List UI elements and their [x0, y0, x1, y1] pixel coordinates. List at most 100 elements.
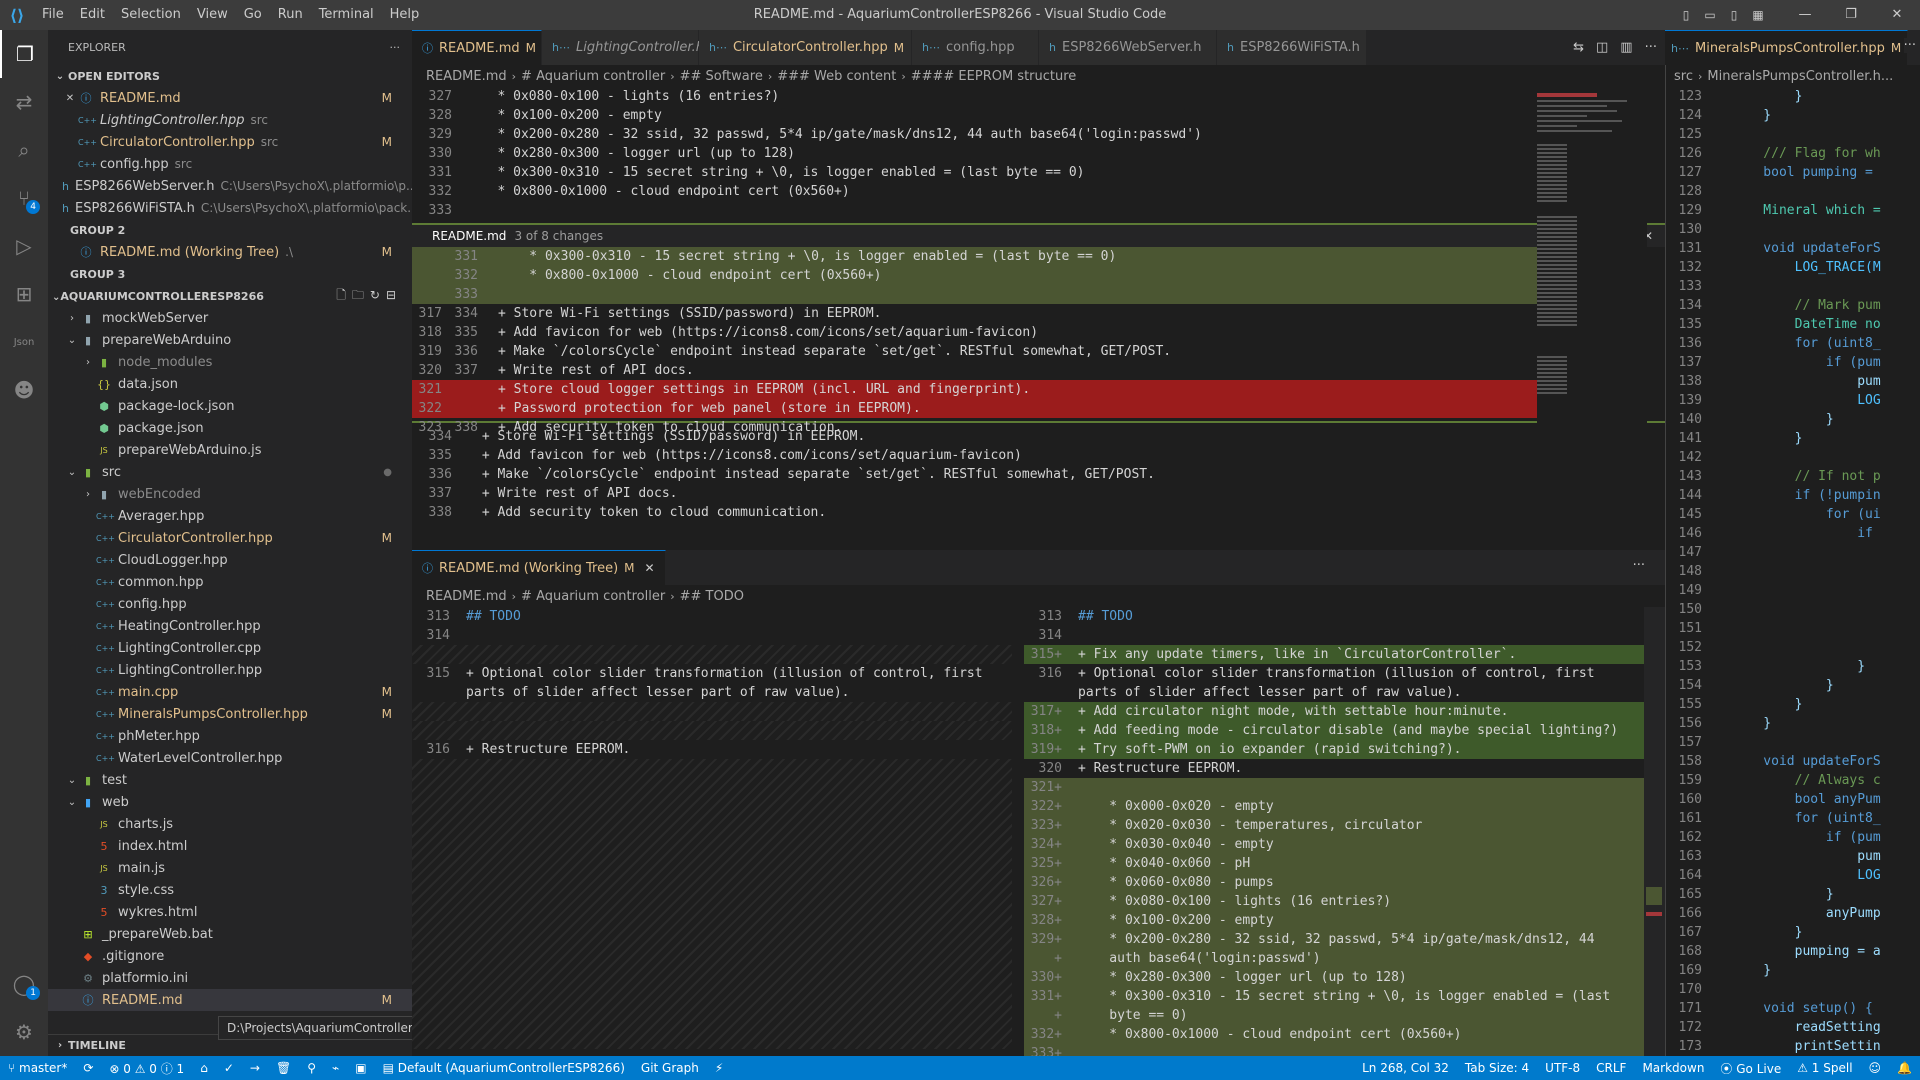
tab-config-hpp[interactable]: h⋯ config.hpp	[912, 30, 1039, 65]
breadcrumb-item[interactable]: # Aquarium controller	[521, 589, 665, 604]
file-row[interactable]: 5 index.html	[48, 835, 412, 857]
breadcrumb-item[interactable]: README.md	[426, 589, 507, 604]
go-live-button[interactable]: ⦿ Go Live	[1712, 1060, 1789, 1077]
spell-indicator[interactable]: ⚠ 1 Spell	[1789, 1061, 1860, 1075]
open-changes-icon[interactable]: ⇆	[1573, 40, 1584, 55]
menu-go[interactable]: Go	[236, 0, 270, 30]
folder-row[interactable]: › ▮ webEncoded	[48, 483, 412, 505]
file-row[interactable]: JS main.js	[48, 857, 412, 879]
menu-help[interactable]: Help	[382, 0, 428, 30]
tab-esp8266wifista-h[interactable]: h ESP8266WiFiSTA.h	[1217, 30, 1367, 65]
cursor-position[interactable]: Ln 268, Col 32	[1354, 1061, 1457, 1075]
breadcrumb-item[interactable]: README.md	[426, 69, 507, 84]
sync-icon[interactable]: ⟳	[75, 1061, 101, 1075]
upload-icon[interactable]: →	[242, 1061, 268, 1075]
git-graph-button[interactable]: Git Graph	[633, 1061, 707, 1075]
settings-gear-icon[interactable]: ⚙	[0, 1008, 48, 1056]
encoding[interactable]: UTF-8	[1537, 1061, 1588, 1075]
close-window-button[interactable]: ✕	[1874, 0, 1920, 30]
file-row[interactable]: ⬢ package-lock.json	[48, 395, 412, 417]
explorer-icon[interactable]: ❐	[0, 30, 48, 78]
folder-row[interactable]: ⌄ ▮ test	[48, 769, 412, 791]
tab-minerals-pumps[interactable]: h⋯ MineralsPumpsController.hpp M	[1665, 30, 1909, 65]
restore-button[interactable]: ❐	[1828, 0, 1874, 30]
breadcrumb-item[interactable]: #### EEPROM structure	[911, 69, 1077, 84]
language-mode[interactable]: Markdown	[1634, 1061, 1712, 1075]
build-icon[interactable]: ✓	[216, 1061, 242, 1075]
account-icon[interactable]: ◯ 1	[0, 960, 48, 1008]
clean-icon[interactable]: 🗑	[268, 1061, 299, 1075]
more-actions-icon[interactable]: ···	[1645, 40, 1657, 55]
file-row[interactable]: ◆ .gitignore	[48, 945, 412, 967]
file-row[interactable]: C++ LightingController.cpp	[48, 637, 412, 659]
git-icon[interactable]: ⚡	[707, 1061, 731, 1075]
breadcrumb-item[interactable]: ## TODO	[680, 589, 744, 604]
file-row[interactable]: ✕ ⓘ README.md M	[48, 87, 412, 109]
breadcrumb-item[interactable]: ### Web content	[777, 69, 896, 84]
minimize-button[interactable]: —	[1782, 0, 1828, 30]
file-row[interactable]: C++ LightingController.hpp	[48, 659, 412, 681]
search-icon[interactable]: ⌕	[0, 126, 48, 174]
menu-view[interactable]: View	[189, 0, 236, 30]
serial-monitor-icon[interactable]: ⌁	[324, 1061, 347, 1075]
customize-layout-icon[interactable]: ▦	[1746, 0, 1770, 30]
more-actions-icon[interactable]: ···	[390, 41, 401, 54]
menu-selection[interactable]: Selection	[113, 0, 189, 30]
file-row[interactable]: 3 style.css	[48, 879, 412, 901]
file-row[interactable]: ⚙ platformio.ini	[48, 967, 412, 989]
file-row[interactable]: C++ common.hpp	[48, 571, 412, 593]
file-row[interactable]: C++ CirculatorController.hpp src M	[48, 131, 412, 153]
file-row[interactable]: C++ phMeter.hpp	[48, 725, 412, 747]
run-debug-icon[interactable]: ▷	[0, 222, 48, 270]
file-row[interactable]: JS prepareWebArduino.js	[48, 439, 412, 461]
folder-row[interactable]: ⌄ ▮ web	[48, 791, 412, 813]
tab-esp8266webserver-h[interactable]: h ESP8266WebServer.h	[1039, 30, 1217, 65]
file-row[interactable]: {} data.json	[48, 373, 412, 395]
feedback-icon[interactable]: ☺	[1861, 1061, 1890, 1075]
open-editors-section[interactable]: ⌄ OPEN EDITORS	[48, 65, 412, 87]
refresh-icon[interactable]: ↻	[370, 288, 386, 302]
file-row[interactable]: 5 wykres.html	[48, 901, 412, 923]
extensions-icon[interactable]: ⊞	[0, 270, 48, 318]
file-row[interactable]: C++ config.hpp	[48, 593, 412, 615]
file-row[interactable]: C++ Averager.hpp	[48, 505, 412, 527]
tab-lightingcontroller-hpp[interactable]: h⋯ LightingController.hpp	[542, 30, 720, 65]
file-row[interactable]: ⊞ _prepareWeb.bat	[48, 923, 412, 945]
file-row[interactable]: C++ MineralsPumpsController.hpp M	[48, 703, 412, 725]
test-icon[interactable]: ⚲	[299, 1061, 324, 1075]
notifications-bell-icon[interactable]: 🔔	[1889, 1061, 1920, 1075]
file-row[interactable]: C++ main.cpp M	[48, 681, 412, 703]
file-row[interactable]: C++ LightingController.hpp src	[48, 109, 412, 131]
close-icon[interactable]: ✕	[62, 93, 78, 104]
tab-size[interactable]: Tab Size: 4	[1457, 1061, 1537, 1075]
minimap[interactable]	[1537, 87, 1647, 540]
new-folder-icon[interactable]: 🗀	[352, 288, 370, 302]
collapse-all-icon[interactable]: ⊟	[386, 288, 402, 302]
toggle-secondary-sidebar-icon[interactable]: ▯	[1722, 0, 1746, 30]
breadcrumb-item[interactable]: # Aquarium controller	[521, 69, 665, 84]
split-editor-icon[interactable]: ▥	[1620, 40, 1632, 55]
new-file-icon[interactable]: 🗋	[336, 288, 352, 302]
environment-selector[interactable]: ▤ Default (AquariumControllerESP8266)	[375, 1061, 633, 1075]
terminal-icon[interactable]: ▣	[347, 1061, 374, 1075]
open-preview-icon[interactable]: ◫	[1596, 40, 1608, 55]
file-row[interactable]: C++ config.hpp src	[48, 153, 412, 175]
json-icon[interactable]: Json	[0, 318, 48, 366]
file-row[interactable]: h ESP8266WebServer.h C:\Users\PsychoX\.pla…	[48, 175, 412, 197]
file-row[interactable]: C++ WaterLevelController.hpp	[48, 747, 412, 769]
eol[interactable]: CRLF	[1588, 1061, 1634, 1075]
breadcrumb-item[interactable]: MineralsPumpsController.h...	[1707, 69, 1893, 84]
menu-file[interactable]: File	[34, 0, 72, 30]
toggle-panel-icon[interactable]: ▭	[1698, 0, 1722, 30]
alien-icon[interactable]: ☻	[0, 366, 48, 414]
more-actions-icon[interactable]: ···	[1903, 38, 1916, 53]
home-icon[interactable]: ⌂	[192, 1061, 216, 1075]
file-row[interactable]: h ESP8266WiFiSTA.h C:\Users\PsychoX\.platf…	[48, 197, 412, 219]
editor-minerals-pumps[interactable]: src › MineralsPumpsController.h... 123 } 12…	[1665, 65, 1920, 1056]
close-tab-icon[interactable]: ✕	[645, 561, 655, 575]
menu-terminal[interactable]: Terminal	[311, 0, 382, 30]
folder-row[interactable]: › ▮ mockWebServer	[48, 307, 412, 329]
editor-readme[interactable]: README.md › # Aquarium controller › ## Softw…	[412, 65, 1665, 540]
branch-indicator[interactable]: ⑂ master*	[0, 1061, 75, 1075]
file-row[interactable]: ⓘ README.md M	[48, 989, 412, 1011]
